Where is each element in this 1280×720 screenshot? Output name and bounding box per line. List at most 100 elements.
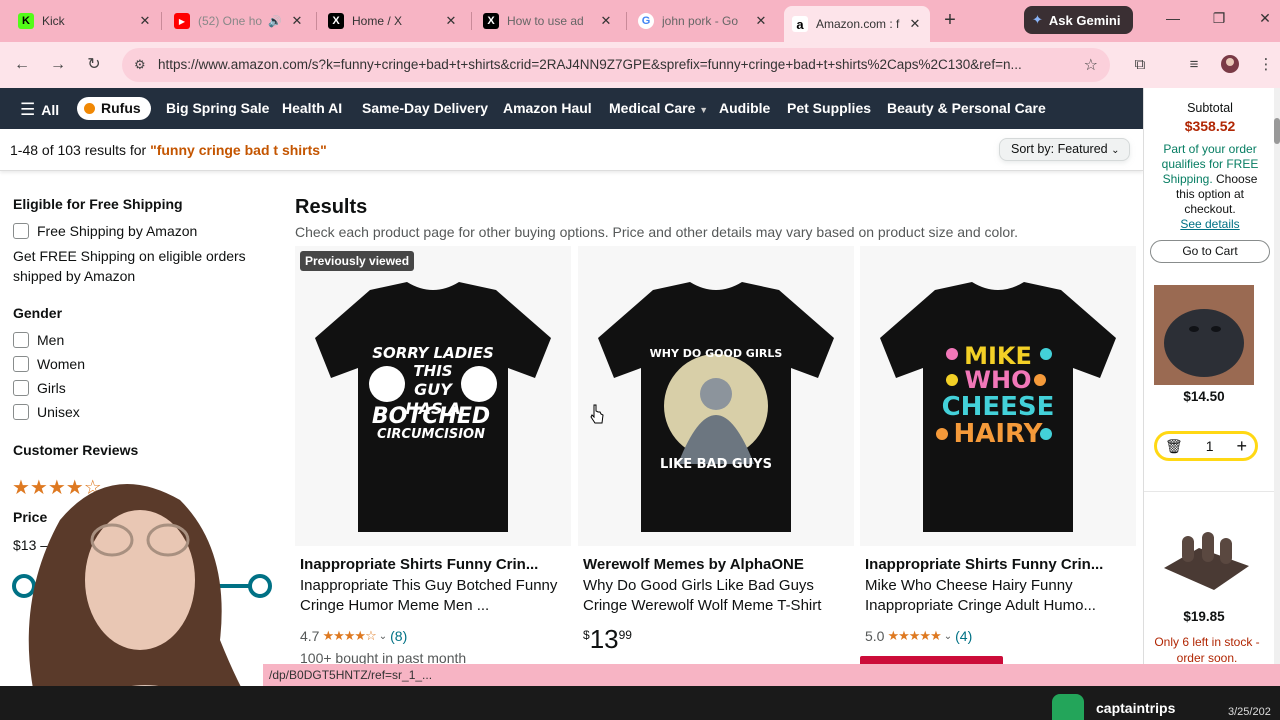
new-tab-icon[interactable]: + xyxy=(940,10,960,30)
sort-label: Sort by: xyxy=(1011,142,1055,156)
close-tab-icon[interactable]: ✕ xyxy=(599,13,613,29)
address-bar[interactable]: ⚙ https://www.amazon.com/s?k=funny+cring… xyxy=(122,48,1110,82)
plus-icon[interactable]: + xyxy=(1236,436,1247,457)
url-text[interactable]: https://www.amazon.com/s?k=funny+cringe+… xyxy=(158,57,1074,72)
x-icon: X xyxy=(483,13,499,29)
go-to-cart-button[interactable]: Go to Cart xyxy=(1150,240,1270,263)
browser-menu-icon[interactable]: ⋮ xyxy=(1255,54,1277,76)
nav-medical-care[interactable]: Medical Care ▼ xyxy=(609,100,708,116)
back-icon[interactable]: ← xyxy=(11,54,33,76)
gender-option-men[interactable]: Men xyxy=(13,332,64,348)
gender-option-label: Unisex xyxy=(37,404,80,420)
results-count: 1-48 of 103 results for "funny cringe ba… xyxy=(10,142,327,158)
results-heading: Results xyxy=(295,196,368,218)
cart-scrollbar-thumb[interactable] xyxy=(1274,118,1280,144)
checkbox[interactable] xyxy=(13,223,29,239)
close-tab-icon[interactable]: ✕ xyxy=(444,13,458,29)
rufus-button[interactable]: Rufus xyxy=(77,97,151,120)
dropdown-caret-icon: ▼ xyxy=(699,105,709,115)
product-brand[interactable]: Werewolf Memes by AlphaONE xyxy=(583,556,847,573)
nav-medical-care-label: Medical Care xyxy=(609,100,696,116)
bookmark-star-icon[interactable]: ☆ xyxy=(1084,55,1098,75)
tab-x-how-to[interactable]: X How to use ad ✕ xyxy=(475,6,621,36)
product-image[interactable]: MIKE WHO CHEESE HAIRY xyxy=(860,246,1136,546)
checkbox[interactable] xyxy=(13,332,29,348)
nav-pet-supplies[interactable]: Pet Supplies xyxy=(787,100,871,116)
review-count[interactable]: (8) xyxy=(390,628,407,644)
tab-x-home[interactable]: X Home / X ✕ xyxy=(320,6,466,36)
cart-scrollbar[interactable] xyxy=(1274,88,1280,678)
nav-health-ai[interactable]: Health AI xyxy=(282,100,342,116)
forward-icon[interactable]: → xyxy=(47,54,69,76)
product-image[interactable]: WHY DO GOOD GIRLS LIKE BAD GUYS xyxy=(578,246,854,546)
shirt-text-line: THIS xyxy=(413,362,452,380)
tab-title: How to use ad xyxy=(507,14,584,28)
checkbox[interactable] xyxy=(13,404,29,420)
gender-option-women[interactable]: Women xyxy=(13,356,85,372)
product-rating[interactable]: 4.7 ★★★★☆ ⌄ (8) xyxy=(300,628,407,644)
product-image[interactable]: SORRY LADIES THIS GUY HAS A BOTCHED CIRC… xyxy=(295,246,571,546)
product-brand[interactable]: Inappropriate Shirts Funny Crin... xyxy=(300,556,564,573)
tab-google[interactable]: G john pork - Go ✕ xyxy=(630,6,776,36)
sort-dropdown[interactable]: Sort by: Featured ⌄ xyxy=(999,138,1130,161)
product-title[interactable]: Mike Who Cheese Hairy Funny Inappropriat… xyxy=(865,576,1129,616)
minimize-icon[interactable]: — xyxy=(1163,10,1183,26)
gender-option-unisex[interactable]: Unisex xyxy=(13,404,80,420)
product-title[interactable]: Why Do Good Girls Like Bad Guys Cringe W… xyxy=(583,576,847,616)
audio-playing-icon[interactable]: 🔊 xyxy=(268,15,282,28)
shirt-text-line: LIKE BAD GUYS xyxy=(660,457,772,472)
nav-audible[interactable]: Audible xyxy=(719,100,770,116)
close-tab-icon[interactable]: ✕ xyxy=(908,16,922,32)
all-menu-button[interactable]: ☰ All xyxy=(20,100,59,120)
gender-option-girls[interactable]: Girls xyxy=(13,380,66,396)
media-control-icon[interactable]: ≡ xyxy=(1183,54,1205,76)
product-brand[interactable]: Inappropriate Shirts Funny Crin... xyxy=(865,556,1129,573)
x-icon: X xyxy=(328,13,344,29)
restore-icon[interactable]: ❐ xyxy=(1209,10,1229,27)
nav-amazon-haul[interactable]: Amazon Haul xyxy=(503,100,592,116)
ask-gemini-label: Ask Gemini xyxy=(1048,12,1121,28)
gender-option-label: Men xyxy=(37,332,65,348)
trash-icon[interactable]: 🗑 xyxy=(1165,438,1183,455)
ask-gemini-button[interactable]: ✦ Ask Gemini xyxy=(1024,6,1133,34)
nav-same-day-delivery[interactable]: Same-Day Delivery xyxy=(362,100,488,116)
tab-divider xyxy=(161,12,162,30)
checkbox[interactable] xyxy=(13,380,29,396)
cart-item-image[interactable] xyxy=(1154,285,1254,385)
tab-youtube[interactable]: ▶ (52) One ho 🔊 ✕ xyxy=(166,6,312,36)
free-shipping-checkbox-row[interactable]: Free Shipping by Amazon xyxy=(13,223,197,239)
product-rating[interactable]: 5.0 ★★★★★ ⌄ (4) xyxy=(865,628,972,644)
see-details-link[interactable]: See details xyxy=(1144,217,1276,231)
tshirt-image: SORRY LADIES THIS GUY HAS A BOTCHED CIRC… xyxy=(315,282,551,532)
close-tab-icon[interactable]: ✕ xyxy=(290,13,304,29)
tab-amazon[interactable]: a Amazon.com : f ✕ xyxy=(784,6,930,42)
search-query: "funny cringe bad t shirts" xyxy=(150,142,327,158)
shirt-text-line: HAIRY xyxy=(954,419,1044,449)
rufus-label: Rufus xyxy=(101,100,141,116)
review-count[interactable]: (4) xyxy=(955,628,972,644)
stream-date: 3/25/202 xyxy=(1228,706,1271,718)
shirt-text-line: CIRCUMCISION xyxy=(377,427,485,442)
profile-avatar[interactable] xyxy=(1219,54,1241,76)
close-tab-icon[interactable]: ✕ xyxy=(754,13,768,29)
product-title[interactable]: Inappropriate This Guy Botched Funny Cri… xyxy=(300,576,564,616)
tab-kick[interactable]: K Kick ✕ xyxy=(10,6,160,36)
low-stock-notice: Only 6 left in stock - order soon. xyxy=(1154,635,1260,665)
nav-big-spring-sale[interactable]: Big Spring Sale xyxy=(166,100,269,116)
cart-item-image[interactable] xyxy=(1154,508,1254,608)
address-toolbar: ← → ↻ ⚙ https://www.amazon.com/s?k=funny… xyxy=(0,42,1280,88)
close-window-icon[interactable]: ✕ xyxy=(1255,10,1275,27)
site-info-icon[interactable]: ⚙ xyxy=(134,57,150,73)
extensions-icon[interactable]: ⧉ xyxy=(1129,54,1151,76)
quantity-stepper[interactable]: 🗑 1 + xyxy=(1154,431,1258,461)
reload-icon[interactable]: ↻ xyxy=(83,54,105,76)
nav-beauty-personal-care[interactable]: Beauty & Personal Care xyxy=(887,100,1046,116)
rating-stars: ★★★★☆ xyxy=(322,628,376,643)
checkbox[interactable] xyxy=(13,356,29,372)
rating-value: 5.0 xyxy=(865,628,885,644)
results-info-bar: 1-48 of 103 results for "funny cringe ba… xyxy=(0,129,1143,171)
close-tab-icon[interactable]: ✕ xyxy=(138,13,152,29)
chevron-down-icon: ⌄ xyxy=(943,630,953,642)
quantity-value: 1 xyxy=(1205,438,1214,454)
shirt-text-line: CHEESE xyxy=(942,392,1055,422)
